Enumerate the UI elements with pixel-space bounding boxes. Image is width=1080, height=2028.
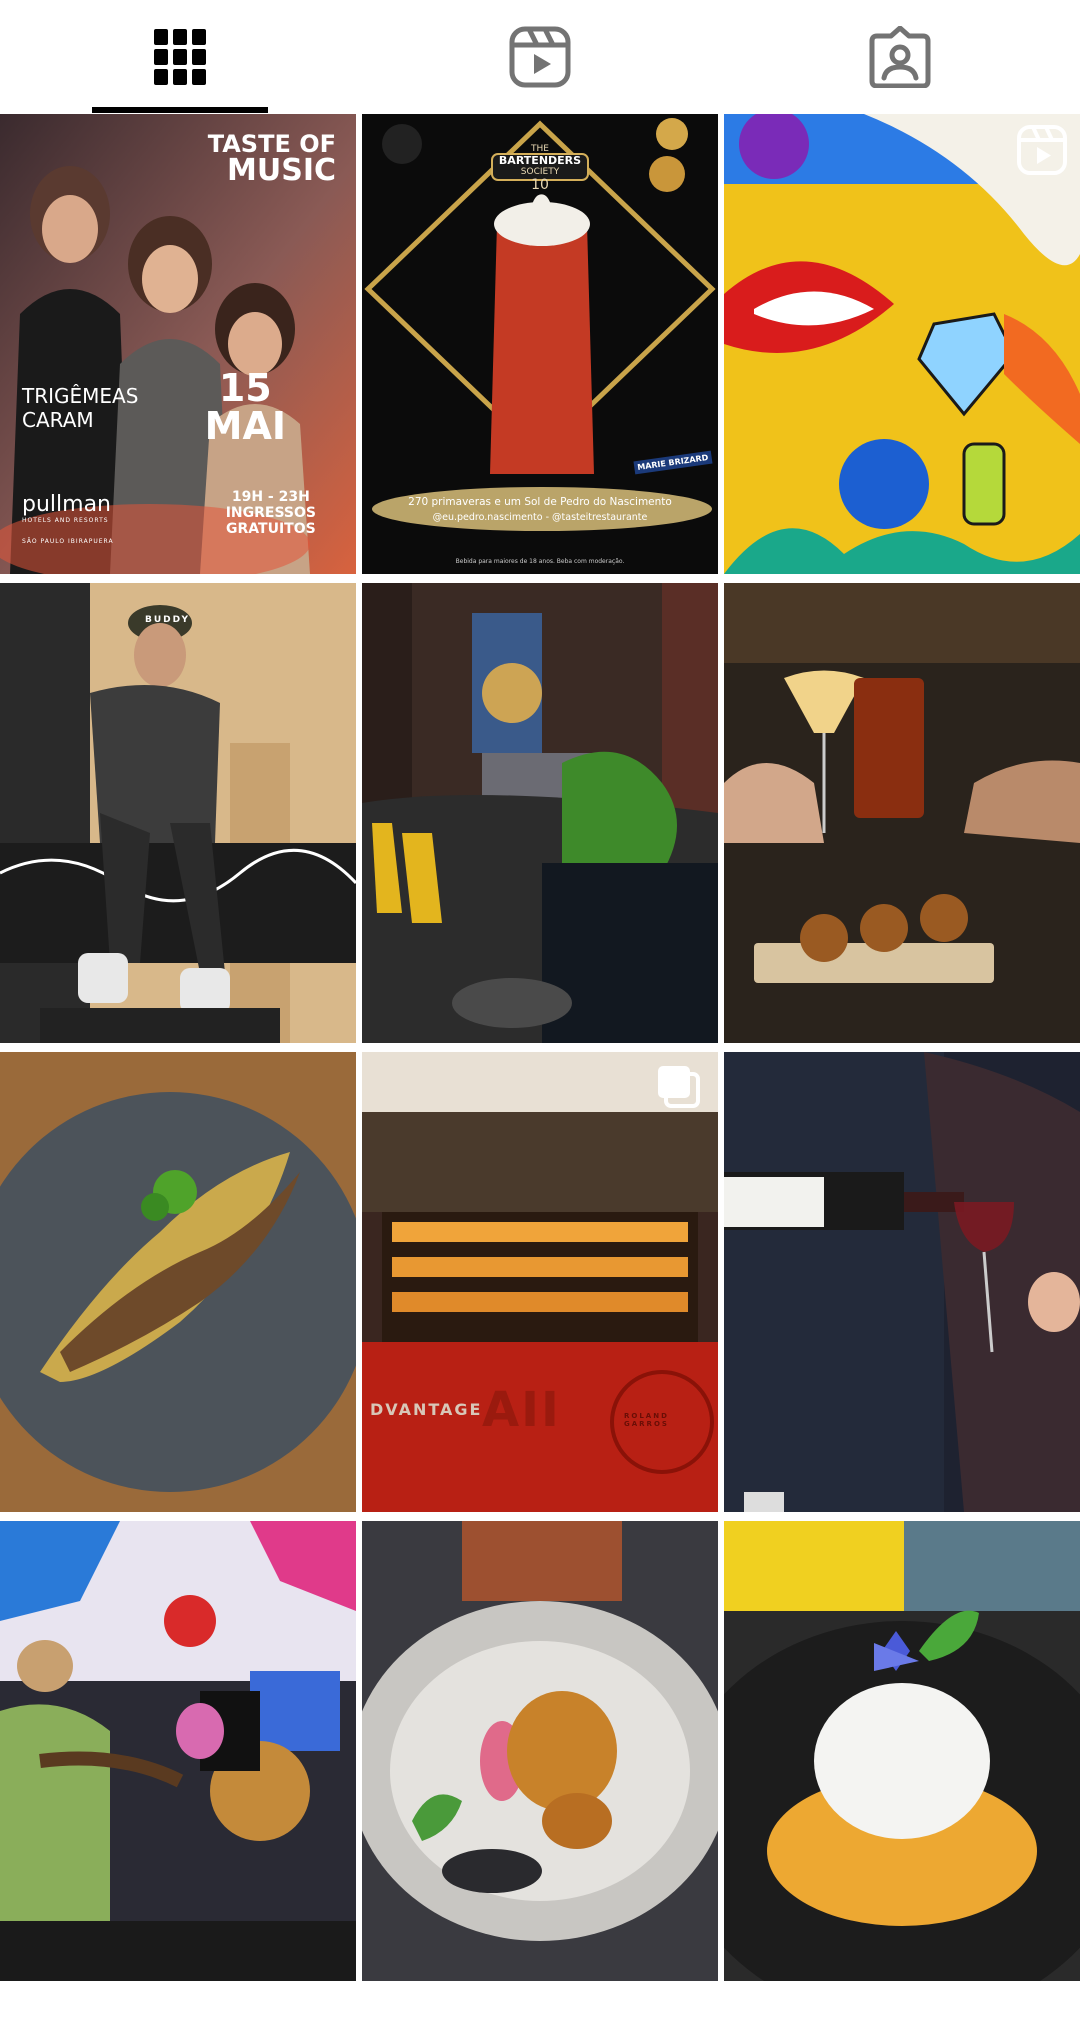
sign-text-left: DVANTAGE (370, 1400, 483, 1419)
post-image (0, 1052, 356, 1512)
post-tile[interactable] (724, 1521, 1080, 1981)
sign-text-mid: AII (482, 1382, 561, 1438)
poster-date: 15 MAI (204, 366, 286, 448)
post-tile[interactable] (0, 1052, 356, 1512)
poster-artist: TRIGÊMEAS CARAM (22, 384, 139, 432)
grid-icon (154, 29, 206, 85)
post-tile[interactable]: THE BARTENDERS SOCIETY 10 MARIE BRIZARD … (362, 114, 718, 574)
reels-icon (1017, 125, 1067, 175)
tab-tagged[interactable] (720, 0, 1080, 114)
sign-logo-text: ROLAND GARROS (624, 1412, 669, 1428)
post-tile[interactable]: BUDDY (0, 583, 356, 1043)
carousel-icon (658, 1066, 700, 1108)
post-tile[interactable]: TASTE OF MUSIC TRIGÊMEAS CARAM 15 MAI pullm… (0, 114, 356, 574)
brand-logo: pullman HOTELS AND RESORTS SÃO PAULO IBI… (22, 492, 114, 545)
reels-icon (509, 26, 571, 88)
tab-reels[interactable] (360, 0, 720, 114)
tagged-person-icon (869, 26, 931, 88)
bartenders-badge: THE BARTENDERS SOCIETY 10 (498, 144, 582, 193)
post-caption-overlay: 270 primaveras e um Sol de Pedro do Nasc… (408, 496, 672, 508)
post-image (362, 583, 718, 1043)
post-disclaimer: Bebida para maiores de 18 anos. Beba com… (455, 558, 625, 565)
post-tile[interactable] (724, 583, 1080, 1043)
post-image (362, 1052, 718, 1512)
active-tab-indicator (92, 107, 268, 113)
poster-headline: TASTE OF MUSIC (207, 130, 336, 188)
post-tile[interactable] (0, 1521, 356, 1981)
post-tile[interactable]: DVANTAGE AII ROLAND GARROS (362, 1052, 718, 1512)
post-image (724, 1052, 1080, 1512)
post-handles-overlay: @eu.pedro.nascimento - @tasteitrestauran… (432, 512, 648, 523)
post-image (362, 1521, 718, 1981)
post-image (0, 1521, 356, 1981)
post-tile[interactable] (724, 1052, 1080, 1512)
post-tile[interactable] (362, 583, 718, 1043)
profile-tab-bar (0, 0, 1080, 114)
poster-event-info: 19H - 23H INGRESSOS GRATUITOS (225, 489, 316, 537)
post-image (724, 1521, 1080, 1981)
post-image (724, 583, 1080, 1043)
post-tile[interactable] (724, 114, 1080, 574)
post-tile[interactable] (362, 1521, 718, 1981)
post-image (0, 583, 356, 1043)
tab-posts[interactable] (0, 0, 360, 114)
post-image (724, 114, 1080, 574)
cap-text: BUDDY (145, 615, 190, 625)
